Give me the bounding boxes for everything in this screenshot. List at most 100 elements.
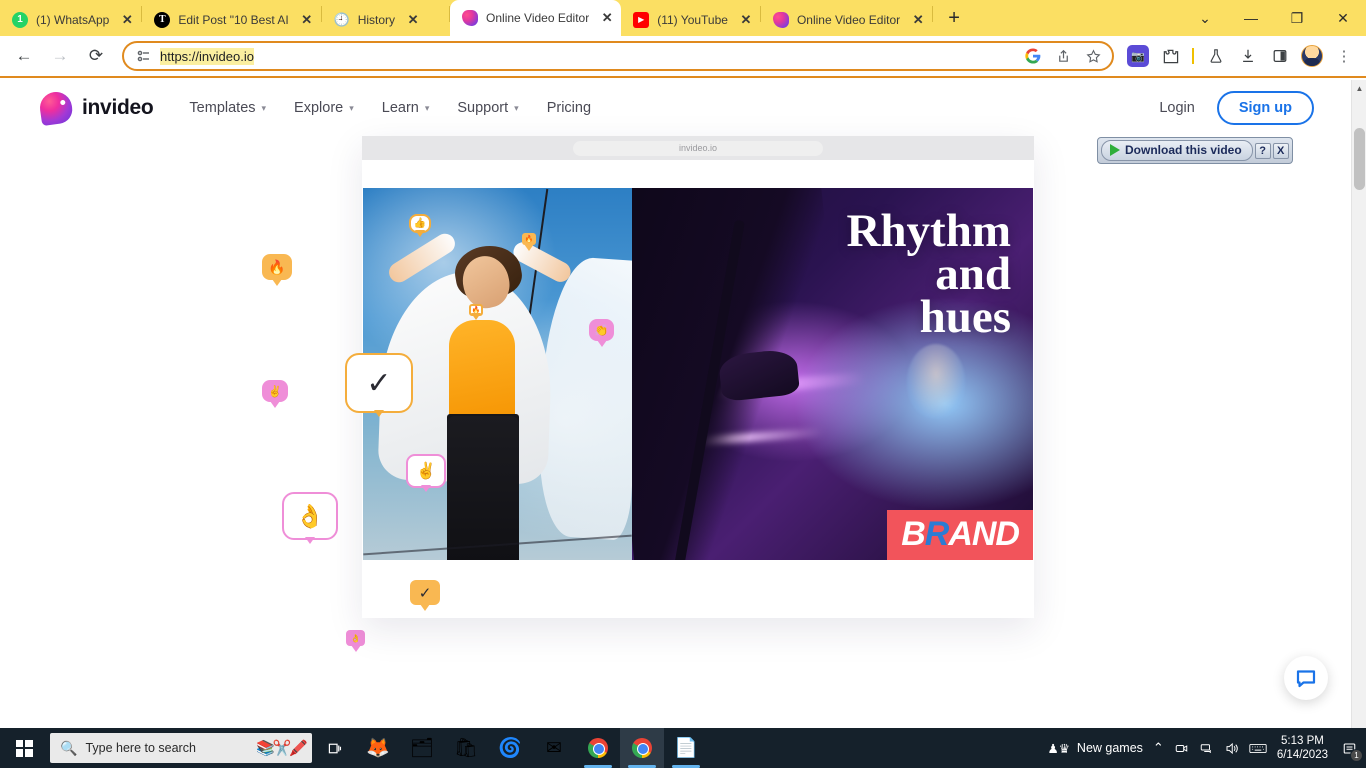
history-icon: 🕘 [333,12,350,27]
page-info-icon[interactable] [136,48,152,64]
browser-tab-online-video-editor-active[interactable]: Online Video Editor ✕ [450,0,622,36]
google-icon[interactable] [1024,47,1042,65]
chevron-down-icon: ▾ [261,102,267,113]
close-window-button[interactable]: ✕ [1320,2,1366,34]
peace-emoji: ✌️ [268,385,282,398]
site-nav-actions: Login Sign up [1159,91,1314,125]
network-icon[interactable] [1199,741,1214,756]
download-popup-close-button[interactable]: X [1272,142,1289,159]
nav-label: Pricing [546,100,592,116]
site-nav-links: Templates ▾ Explore ▾ Learn ▾ Support ▾ … [189,100,591,116]
youtube-icon: ▶ [633,11,650,28]
bubble-check-large: ✓ [345,353,413,417]
browser-tab-edit-post[interactable]: T Edit Post "10 Best AI ✕ [142,3,320,36]
check-glyph: ✓ [366,366,392,400]
screenshot-extension-button[interactable]: 📷 [1124,42,1152,70]
browser-tab-youtube[interactable]: ▶ (11) YouTube ✕ [621,3,760,36]
camera-icon[interactable] [1174,741,1189,756]
tab-close-button[interactable]: ✕ [297,10,317,30]
labs-flask-icon[interactable] [1202,42,1230,70]
profile-avatar[interactable] [1298,42,1326,70]
peace-emoji: ✌️ [416,463,436,480]
nav-item-explore[interactable]: Explore ▾ [294,100,354,116]
mail-icon: ✉ [546,737,562,759]
new-tab-button[interactable]: + [939,3,969,33]
download-video-popup[interactable]: Download this video ? X [1097,137,1293,164]
chat-widget-button[interactable] [1284,656,1328,700]
side-panel-icon[interactable] [1266,42,1294,70]
volume-icon[interactable] [1224,741,1239,756]
video-title-line-3: hues [919,291,1011,344]
taskbar-app-file-explorer[interactable]: 🗂 [400,728,444,768]
windows-taskbar: 🔍 Type here to search 📚✂️🖍️ 🦊 🗂 🛍 🌀 ✉ 📄 … [0,728,1366,768]
signup-button[interactable]: Sign up [1216,91,1314,125]
url-text[interactable]: https://invideo.io [160,47,254,65]
browser-toolbar: ← → ⟳ https://invideo.io 📷 ⋮ [0,36,1366,78]
taskbar-app-firefox[interactable]: 🦊 [356,728,400,768]
hero-preview-window: invideo.io 👍 🔥 🔥 👏 ✌️ Rhythm and hues BR… [362,136,1034,618]
downloads-icon[interactable] [1234,42,1262,70]
nav-item-pricing[interactable]: Pricing [547,100,591,116]
hero-video[interactable]: 👍 🔥 🔥 👏 ✌️ Rhythm and hues BRAND [363,188,1033,560]
tab-title: (1) WhatsApp [36,12,110,27]
video-title-line-1: Rhythm [846,205,1011,257]
taskbar-app-microsoft-store[interactable]: 🛍 [444,728,488,768]
scrollbar-thumb[interactable] [1354,128,1365,190]
page-scrollbar[interactable]: ▲ ▼ [1351,80,1366,740]
nav-item-support[interactable]: Support ▾ [457,100,518,116]
site-navbar: invideo Templates ▾ Explore ▾ Learn ▾ Su… [0,80,1350,136]
chevron-down-icon: ▾ [514,102,519,113]
taskbar-app-task-view[interactable] [312,728,356,768]
nav-item-templates[interactable]: Templates ▾ [189,100,266,116]
network-glyph [1200,743,1211,753]
tab-close-button[interactable]: ✕ [597,8,617,28]
tab-close-button[interactable]: ✕ [117,10,137,30]
login-link[interactable]: Login [1159,100,1194,116]
microsoft-store-icon: 🛍 [453,738,479,759]
taskbar-app-microsoft-edge[interactable]: 🌀 [488,728,532,768]
taskbar-clock[interactable]: 5:13 PM 6/14/2023 [1277,734,1328,763]
scrollbar-up-arrow[interactable]: ▲ [1352,80,1366,96]
back-button[interactable]: ← [8,40,40,72]
start-button[interactable] [0,728,48,768]
tab-close-button[interactable]: ✕ [403,10,423,30]
new-games-tray-item[interactable]: ♟♛ New games [1048,741,1143,756]
tab-title: (11) YouTube [657,12,728,27]
tab-close-button[interactable]: ✕ [908,10,928,30]
bubble-ok-tiny: 👌 [346,630,365,652]
taskbar-search-box[interactable]: 🔍 Type here to search 📚✂️🖍️ [50,733,312,763]
keyboard-icon[interactable] [1249,742,1267,755]
invideo-icon [462,10,479,26]
taskbar-app-mail[interactable]: ✉ [532,728,576,768]
passenger-face-shape [906,344,965,419]
taskbar-app-microsoft-word[interactable]: 📄 [664,728,708,768]
chess-pieces-icon: ♟♛ [1047,741,1070,756]
reload-button[interactable]: ⟳ [80,40,112,72]
forward-button[interactable]: → [44,40,76,72]
tray-overflow-chevron-up-icon[interactable]: ⌃ [1153,740,1164,756]
notification-center-button[interactable]: 1 [1338,737,1363,762]
download-popup-help-button[interactable]: ? [1254,142,1271,159]
browser-tab-whatsapp[interactable]: 1 (1) WhatsApp ✕ [0,3,141,36]
extensions-icon[interactable] [1156,42,1184,70]
fire-emoji: 🔥 [471,307,481,314]
star-icon[interactable] [1084,47,1102,65]
tab-search-chevron-down-icon[interactable]: ⌄ [1182,2,1228,34]
tab-close-button[interactable]: ✕ [736,10,756,30]
minimize-button[interactable]: — [1228,2,1274,34]
share-icon[interactable] [1054,47,1072,65]
download-this-video-button[interactable]: Download this video [1101,140,1253,161]
clock-time: 5:13 PM [1281,734,1324,747]
browser-tab-online-video-editor-2[interactable]: Online Video Editor ✕ [761,3,932,36]
maximize-button[interactable]: ❐ [1274,2,1320,34]
invideo-logo[interactable]: invideo [37,89,154,127]
magnifier-icon: 🔍 [60,739,78,756]
browser-tab-history[interactable]: 🕘 History ✕ [322,3,449,36]
word-icon: 📄 [674,738,698,759]
chrome-menu-icon[interactable]: ⋮ [1330,42,1358,70]
chrome-icon [632,738,652,758]
taskbar-app-chrome-2[interactable] [620,728,664,768]
taskbar-app-chrome-1[interactable] [576,728,620,768]
nav-item-learn[interactable]: Learn ▾ [382,100,430,116]
address-bar[interactable]: https://invideo.io [122,41,1114,71]
